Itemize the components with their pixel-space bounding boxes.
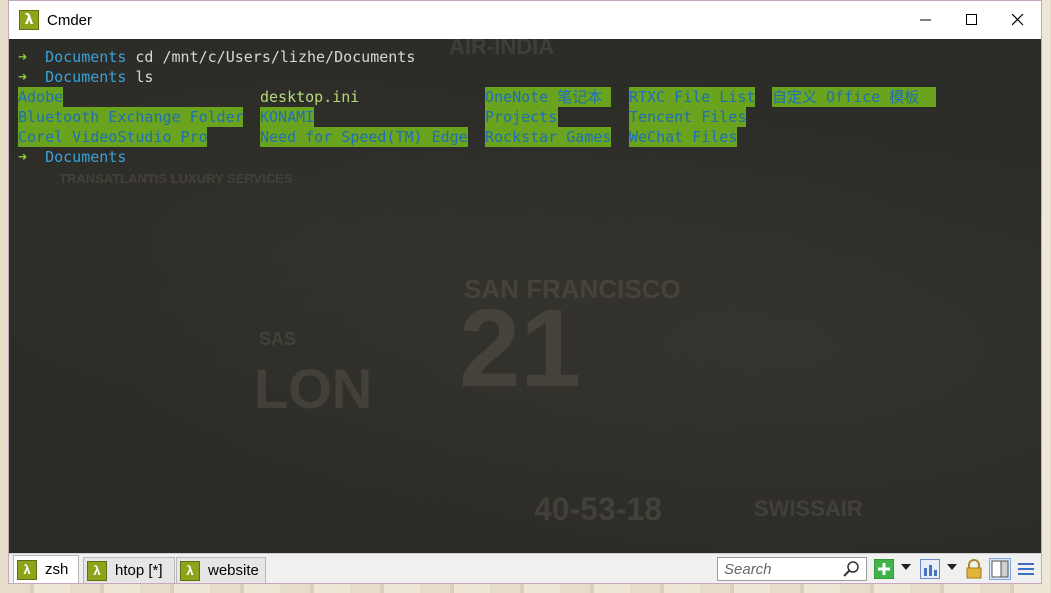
ls-entry: Tencent Files bbox=[629, 107, 747, 127]
tab-website[interactable]: λ website bbox=[176, 557, 266, 583]
terminal-output[interactable]: AIR-INDIA RE 27-50-92 TRANSATLANTIS LUXU… bbox=[9, 39, 1041, 553]
lambda-icon: λ bbox=[19, 10, 39, 30]
maximize-button[interactable] bbox=[949, 1, 995, 39]
ls-entry: Bluetooth Exchange Folder bbox=[18, 107, 244, 127]
ls-entry: Corel VideoStudio Pro bbox=[18, 127, 208, 147]
prompt-arrow: ➜ bbox=[18, 48, 28, 66]
lock-icon bbox=[966, 559, 982, 579]
search-input[interactable] bbox=[718, 560, 838, 578]
lambda-icon: λ bbox=[87, 560, 107, 581]
window-controls bbox=[903, 1, 1041, 39]
lambda-icon: λ bbox=[17, 559, 37, 580]
minimize-button[interactable] bbox=[903, 1, 949, 39]
layout-icon bbox=[920, 559, 940, 579]
split-view-icon bbox=[991, 560, 1009, 578]
menu-button[interactable] bbox=[1015, 558, 1037, 580]
magnifier-icon[interactable] bbox=[842, 560, 860, 578]
window-title: Cmder bbox=[47, 11, 93, 29]
chevron-down-icon[interactable] bbox=[947, 564, 957, 570]
tab-zsh[interactable]: λ zsh bbox=[13, 555, 79, 583]
command-text: ls bbox=[135, 68, 154, 86]
new-console-icon bbox=[874, 559, 894, 579]
ls-entry: RTXC File List bbox=[629, 87, 756, 107]
tab-bar: λ zsh λ htop [*] λ website bbox=[9, 553, 1041, 583]
prompt-dir: Documents bbox=[45, 68, 127, 86]
command-text: cd /mnt/c/Users/lizhe/Documents bbox=[135, 48, 416, 66]
prompt-arrow: ➜ bbox=[18, 148, 28, 166]
ls-entry: KONAMI bbox=[260, 107, 315, 127]
tab-label: website bbox=[208, 562, 259, 579]
ls-entry: Adobe bbox=[18, 87, 64, 107]
ls-entry: OneNote 笔记本 bbox=[485, 87, 611, 107]
prompt-dir: Documents bbox=[45, 48, 127, 66]
close-button[interactable] bbox=[995, 1, 1041, 39]
prompt-dir: Documents bbox=[45, 148, 127, 166]
split-view-button[interactable] bbox=[989, 558, 1011, 580]
ls-entry: Rockstar Games bbox=[485, 127, 612, 147]
cmder-window: λ Cmder AIR-INDIA RE 27-50-92 TRANSATLAN… bbox=[8, 0, 1042, 584]
layout-button[interactable] bbox=[919, 558, 941, 580]
ls-entry: WeChat Files bbox=[629, 127, 738, 147]
chevron-down-icon[interactable] bbox=[901, 564, 911, 570]
prompt-line-3[interactable]: ➜ Documents bbox=[18, 147, 126, 167]
tab-htop[interactable]: λ htop [*] bbox=[83, 557, 175, 583]
maximize-icon bbox=[966, 14, 977, 25]
prompt-arrow: ➜ bbox=[18, 68, 28, 86]
prompt-line-1: ➜ Documents cd /mnt/c/Users/lizhe/Docume… bbox=[18, 47, 415, 67]
lambda-icon: λ bbox=[180, 560, 200, 581]
ls-entry: Projects bbox=[485, 107, 558, 127]
lock-button[interactable] bbox=[963, 558, 985, 580]
title-bar[interactable]: λ Cmder bbox=[9, 1, 1041, 39]
new-console-button[interactable] bbox=[873, 558, 895, 580]
menu-icon bbox=[1018, 563, 1034, 575]
search-box[interactable] bbox=[717, 557, 867, 581]
ls-entry: Need for Speed(TM) Edge bbox=[260, 127, 468, 147]
minimize-icon bbox=[920, 19, 931, 21]
prompt-line-2: ➜ Documents ls bbox=[18, 67, 153, 87]
tab-label: htop [*] bbox=[115, 562, 163, 579]
ls-entry: 自定义 Office 模板 bbox=[772, 87, 936, 107]
close-icon bbox=[1012, 14, 1024, 26]
ls-entry: desktop.ini bbox=[260, 88, 360, 106]
tab-label: zsh bbox=[45, 561, 69, 578]
